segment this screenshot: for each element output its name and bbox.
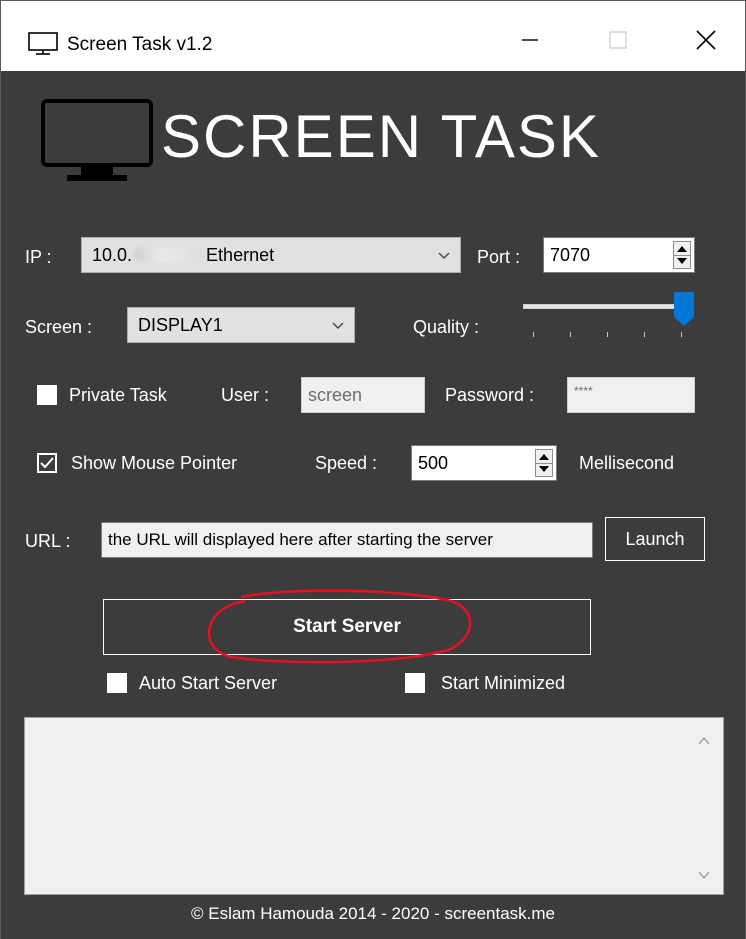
speed-spin-buttons[interactable] [535, 449, 553, 477]
show-mouse-label: Show Mouse Pointer [71, 453, 238, 473]
screen-label: Screen : [25, 317, 93, 337]
launch-button-label: Launch [625, 528, 685, 549]
title-bar[interactable]: Screen Task v1.2 [1, 1, 745, 71]
speed-label: Speed : [315, 453, 378, 473]
quality-slider-thumb[interactable] [673, 291, 695, 327]
slider-tick [570, 332, 571, 337]
maximize-button[interactable] [579, 11, 657, 69]
screen-value: DISPLAY1 [138, 314, 223, 335]
private-task-checkbox[interactable] [37, 385, 57, 405]
show-mouse-checkbox[interactable] [37, 453, 57, 473]
monitor-icon [28, 32, 58, 55]
password-field[interactable]: **** [567, 377, 695, 413]
port-label: Port : [477, 247, 521, 267]
password-value: **** [574, 384, 593, 398]
auto-start-label: Auto Start Server [139, 673, 278, 693]
checkmark-icon [40, 457, 54, 469]
window-title: Screen Task v1.2 [67, 34, 213, 55]
speed-value: 500 [418, 452, 449, 473]
main-panel: SCREEN TASK IP : 10.0. Ethernet Port : 7… [1, 71, 745, 939]
user-label: User : [221, 385, 270, 405]
scroll-up-icon[interactable] [697, 734, 711, 748]
log-output[interactable] [24, 717, 724, 895]
slider-tick [644, 332, 645, 337]
footer-copyright: © Eslam Hamouda 2014 - 2020 - screentask… [190, 904, 556, 923]
speed-stepper[interactable]: 500 [411, 445, 557, 481]
slider-tick [533, 332, 534, 337]
red-circle-annotation [207, 589, 472, 664]
minimize-button[interactable] [491, 11, 569, 69]
slider-tick [607, 332, 608, 337]
auto-start-checkbox[interactable] [107, 673, 127, 693]
ip-redacted [134, 248, 205, 262]
monitor-logo-icon [41, 99, 153, 181]
ip-label: IP : [25, 247, 52, 267]
url-field[interactable]: the URL will displayed here after starti… [101, 522, 593, 558]
launch-button[interactable]: Launch [605, 517, 705, 561]
close-icon [696, 30, 716, 50]
app-window: Screen Task v1.2 SCREEN TASK IP : 10.0. … [0, 0, 746, 939]
start-minimized-checkbox[interactable] [405, 673, 425, 693]
private-task-label: Private Task [69, 385, 167, 405]
start-minimized-label: Start Minimized [441, 673, 566, 693]
password-label: Password : [445, 385, 535, 405]
scroll-down-icon[interactable] [697, 868, 711, 882]
ip-select[interactable]: 10.0. Ethernet [81, 237, 461, 273]
chevron-down-icon [332, 322, 344, 329]
url-label: URL : [25, 531, 71, 551]
ip-value-suffix: Ethernet [206, 244, 275, 265]
user-field[interactable]: screen [301, 377, 425, 413]
url-value: the URL will displayed here after starti… [108, 530, 493, 549]
slider-tick [681, 332, 682, 337]
port-stepper[interactable]: 7070 [543, 237, 695, 273]
logo-title: SCREEN TASK [161, 103, 601, 170]
close-button[interactable] [667, 11, 745, 69]
quality-slider-track[interactable] [523, 304, 691, 309]
speed-unit: Mellisecond [579, 453, 675, 473]
chevron-down-icon [438, 252, 450, 259]
minimize-icon [522, 39, 538, 41]
quality-label: Quality : [413, 317, 480, 337]
ip-value-prefix: 10.0. [92, 244, 133, 265]
maximize-icon [609, 31, 627, 49]
user-value: screen [308, 384, 363, 405]
port-spin-buttons[interactable] [673, 241, 691, 269]
screen-select[interactable]: DISPLAY1 [127, 307, 355, 343]
port-value: 7070 [550, 244, 591, 265]
